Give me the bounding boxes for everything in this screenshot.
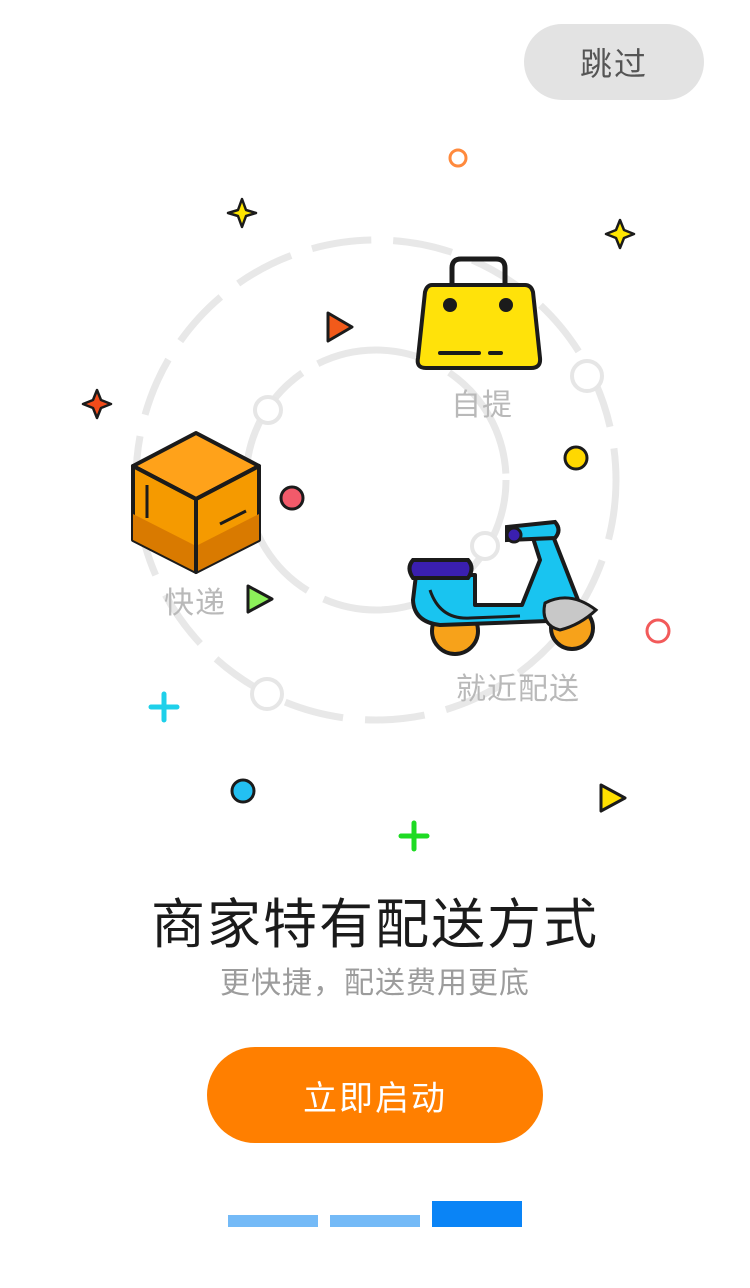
delivery-illustration: 自提 快递 就近配送: [0, 120, 750, 880]
pager-dot-1[interactable]: [228, 1215, 318, 1227]
triangle-shape: [246, 584, 274, 614]
scooter-icon: [407, 519, 599, 656]
sparkle-icon: [81, 388, 113, 420]
pager-dot-2[interactable]: [330, 1215, 420, 1227]
shopping-bag-icon: [415, 256, 543, 370]
pager-dot-3-active[interactable]: [432, 1201, 522, 1227]
blue-dot: [230, 778, 256, 804]
ring-dot: [448, 148, 468, 168]
plus-shape: [148, 691, 180, 723]
orbit-diagram: [81, 148, 671, 852]
sparkle-icon: [226, 197, 258, 229]
triangle-shape: [326, 311, 354, 343]
start-button[interactable]: 立即启动: [207, 1047, 543, 1143]
label-pickup: 自提: [451, 388, 513, 423]
orbit-node: [250, 677, 284, 711]
triangle-shape: [599, 783, 627, 813]
orbit-node: [570, 359, 604, 393]
label-express: 快递: [164, 586, 226, 621]
orbit-node: [253, 395, 283, 425]
yellow-dot: [563, 445, 589, 471]
label-nearby-delivery: 就近配送: [456, 672, 580, 707]
plus-shape: [398, 820, 430, 852]
orbit-node: [470, 531, 500, 561]
page-title: 商家特有配送方式: [151, 893, 599, 956]
pink-dot: [279, 485, 305, 511]
package-box-icon: [131, 431, 261, 574]
page-subtitle: 更快捷，配送费用更底: [220, 966, 530, 1001]
sparkle-icon: [604, 218, 636, 250]
ring-dot: [645, 618, 671, 644]
skip-button[interactable]: 跳过: [524, 24, 704, 100]
